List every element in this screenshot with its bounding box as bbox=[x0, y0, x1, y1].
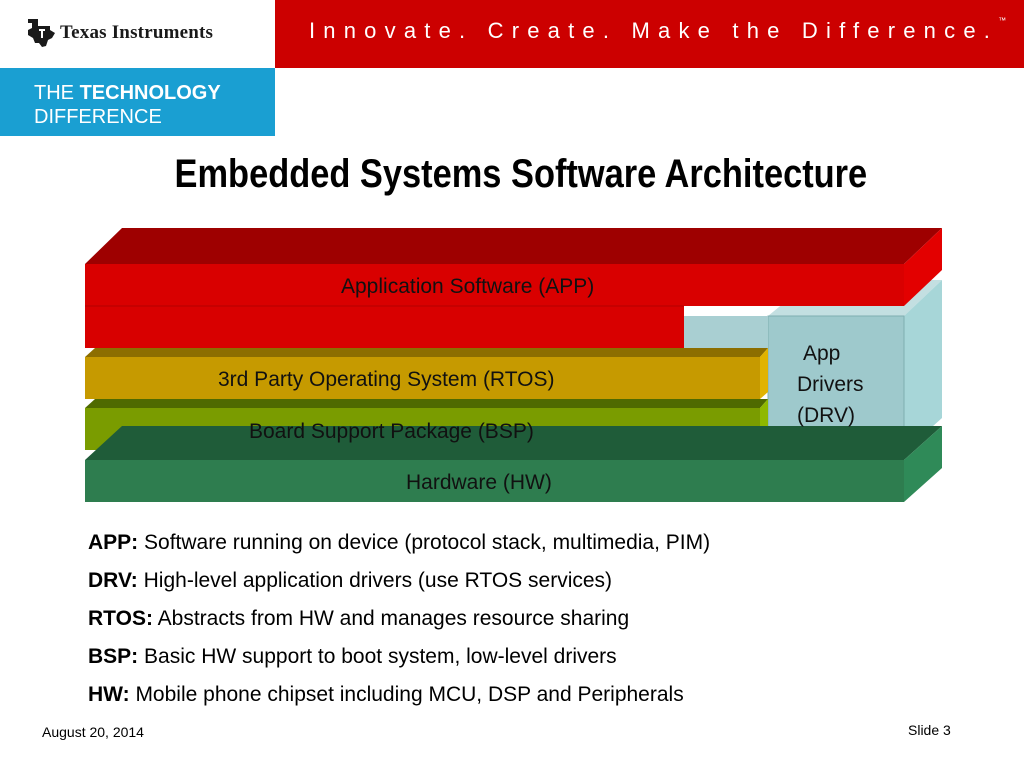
bsp-side-face bbox=[760, 399, 768, 450]
bsp-layer-label: Board Support Package (BSP) bbox=[249, 420, 534, 443]
definition-hw: HW: Mobile phone chipset including MCU, … bbox=[88, 680, 968, 718]
drv-top-face bbox=[768, 280, 942, 316]
brand-name: Texas Instruments bbox=[60, 22, 214, 43]
trademark-mark: ™ bbox=[998, 16, 1007, 25]
slide-title: Embedded Systems Software Architecture bbox=[174, 152, 868, 196]
definition-text: Mobile phone chipset including MCU, DSP … bbox=[129, 683, 684, 706]
drv-step-face bbox=[684, 316, 768, 348]
technology-banner: THE TECHNOLOGY DIFFERENCE bbox=[0, 68, 275, 136]
definition-term: BSP: bbox=[88, 645, 139, 668]
definition-text: Basic HW support to boot system, low-lev… bbox=[138, 645, 617, 668]
header-logo-block: Texas Instruments bbox=[0, 0, 275, 68]
drv-label-line1: App bbox=[803, 342, 841, 365]
definitions-list: APP: Software running on device (protoco… bbox=[88, 528, 968, 718]
definition-term: APP: bbox=[88, 531, 139, 554]
definition-drv: DRV: High-level application drivers (use… bbox=[88, 566, 968, 604]
hw-layer-label: Hardware (HW) bbox=[406, 471, 552, 494]
drv-label-line3: (DRV) bbox=[797, 404, 855, 427]
definition-term: RTOS: bbox=[88, 607, 153, 630]
definition-rtos: RTOS: Abstracts from HW and manages reso… bbox=[88, 604, 968, 642]
app-layer-label: Application Software (APP) bbox=[341, 275, 595, 298]
app-front-lower bbox=[85, 306, 684, 348]
banner-prefix: THE bbox=[34, 82, 74, 104]
definition-term: HW: bbox=[88, 683, 130, 706]
app-top-face bbox=[85, 228, 942, 264]
banner-line1: THE TECHNOLOGY bbox=[34, 82, 221, 105]
tagline-text: Innovate. Create. Make the Difference. bbox=[309, 18, 999, 43]
rtos-layer-label: 3rd Party Operating System (RTOS) bbox=[218, 368, 555, 391]
banner-bold: TECHNOLOGY bbox=[79, 82, 221, 104]
hw-side-face bbox=[904, 426, 942, 502]
rtos-side-face bbox=[760, 348, 768, 399]
slide-number: Slide 3 bbox=[908, 722, 951, 738]
rtos-top-face bbox=[85, 348, 768, 357]
drv-side-face bbox=[904, 280, 942, 452]
definition-term: DRV: bbox=[88, 569, 138, 592]
footer-date: August 20, 2014 bbox=[42, 724, 144, 740]
app-side-face bbox=[904, 228, 942, 306]
definition-app: APP: Software running on device (protoco… bbox=[88, 528, 968, 566]
tagline-bar: Innovate. Create. Make the Difference.™ bbox=[275, 0, 1024, 68]
ti-state-logo-icon bbox=[28, 19, 55, 47]
tagline: Innovate. Create. Make the Difference.™ bbox=[309, 16, 1007, 44]
drv-label-line2: Drivers bbox=[797, 373, 864, 396]
banner-line2: DIFFERENCE bbox=[34, 106, 162, 128]
definition-text: Software running on device (protocol sta… bbox=[138, 531, 711, 554]
bsp-top-face bbox=[85, 399, 768, 408]
definition-text: High-level application drivers (use RTOS… bbox=[137, 569, 613, 592]
definition-bsp: BSP: Basic HW support to boot system, lo… bbox=[88, 642, 968, 680]
definition-text: Abstracts from HW and manages resource s… bbox=[152, 607, 630, 630]
